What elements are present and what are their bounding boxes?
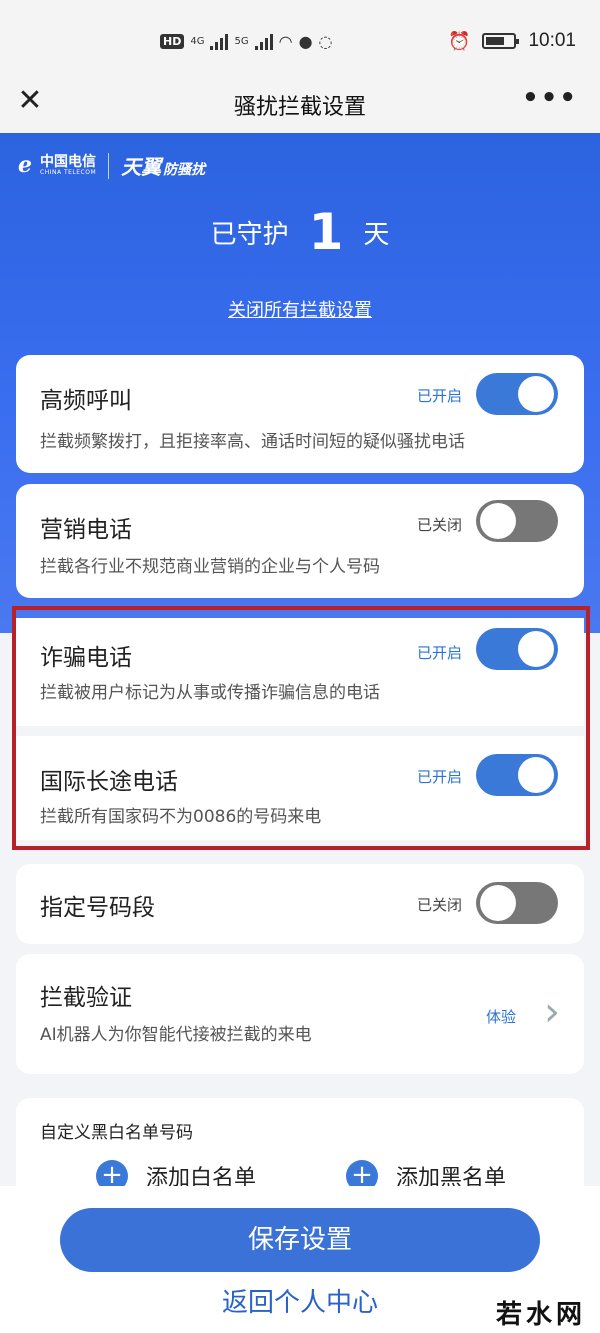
guard-count: 1 [308,203,344,261]
chat-icon: ● [298,32,313,51]
toggle-knob [518,376,554,412]
setting-title: 拦截验证 [40,985,132,1011]
setting-state: 已关闭 [416,896,462,914]
toggle-knob [480,885,516,921]
status-left-icons: HD 4G 5G ◠ ● ◌ [160,32,333,51]
guard-prefix: 已守护 [210,220,289,250]
toggle-switch[interactable] [476,500,558,542]
setting-title: 指定号码段 [40,895,155,921]
highlight-box [12,606,590,850]
guard-suffix: 天 [363,220,390,250]
save-settings-button[interactable]: 保存设置 [60,1208,540,1272]
toggle-switch[interactable] [476,882,558,924]
setting-state: 已开启 [416,387,462,405]
setting-card-marketing: 营销电话 已关闭 拦截各行业不规范商业营销的企业与个人号码 [16,484,584,598]
setting-title: 营销电话 [40,517,132,543]
setting-desc: 拦截频繁拨打，且拒接率高、通话时间短的疑似骚扰电话 [40,432,465,452]
message-icon: ◌ [318,32,333,51]
setting-card-number-range: 指定号码段 已关闭 [16,864,584,944]
telecom-name: 中国电信 CHINA TELECOM [40,155,96,176]
logo-divider [108,152,110,179]
network-4g-label: 4G [190,36,205,47]
page-title: 骚扰拦截设置 [233,95,366,120]
close-all-link[interactable]: 关闭所有拦截设置 [0,296,600,322]
setting-state: 已关闭 [416,516,462,534]
brand-logo: ℯ 中国电信 CHINA TELECOM 天翼 防骚扰 [18,151,205,180]
setting-title: 高频呼叫 [40,388,132,414]
telecom-logo-icon: ℯ [18,153,32,178]
wifi-icon: ◠ [278,32,293,51]
product-brand: 天翼 防骚扰 [121,151,205,180]
setting-card-high-frequency: 高频呼叫 已开启 拦截频繁拨打，且拒接率高、通话时间短的疑似骚扰电话 [16,355,584,473]
clock-time: 10:01 [528,30,576,51]
signal-icon-2 [254,33,273,50]
setting-desc: AI机器人为你智能代接被拦截的来电 [40,1025,312,1045]
battery-icon [482,33,520,49]
more-options-icon[interactable]: ••• [522,83,578,113]
signal-icon [210,33,229,50]
toggle-switch[interactable] [476,373,558,415]
chevron-right-icon: › [544,989,560,1035]
telecom-name-en: CHINA TELECOM [40,169,97,176]
setting-desc: 拦截各行业不规范商业营销的企业与个人号码 [40,557,380,577]
product-brand-sub: 防骚扰 [163,162,206,178]
product-brand-name: 天翼 [121,155,162,179]
custom-list-title: 自定义黑白名单号码 [40,1123,193,1143]
trial-label: 体验 [485,1008,516,1026]
guard-days: 已守护 1 天 [0,203,600,261]
status-right-icons: ⏰ 10:01 [448,30,576,52]
watermark-text: 若水网 [495,1300,586,1330]
bottom-action-bar: 保存设置 返回个人中心 若水网 [0,1186,600,1333]
telecom-name-cn: 中国电信 [40,154,96,170]
hd-badge: HD [160,34,185,49]
alarm-icon: ⏰ [448,30,471,51]
nav-bar: ✕ 骚扰拦截设置 ••• [0,75,600,133]
network-5g-label: 5G [234,36,249,47]
intercept-verify-card[interactable]: 拦截验证 AI机器人为你智能代接被拦截的来电 体验 › [16,954,584,1074]
toggle-knob [480,503,516,539]
